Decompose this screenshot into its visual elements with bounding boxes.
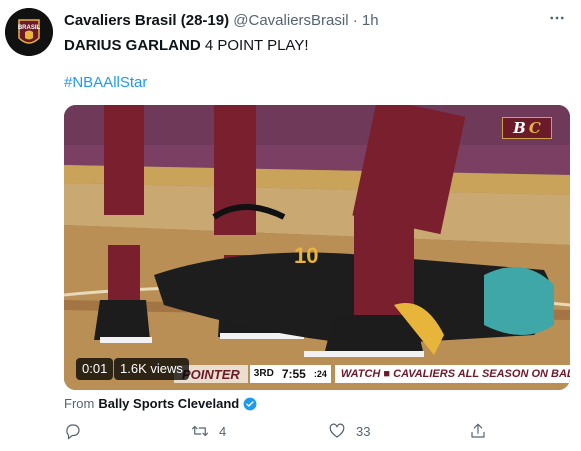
video-views-chip: 1.6K views [114, 358, 189, 380]
tweet-actions: 4 33 [64, 422, 570, 444]
avatar[interactable]: BRASIL [5, 8, 53, 56]
video-time-chip: 0:01 [76, 358, 114, 380]
svg-text:BRASIL: BRASIL [18, 25, 41, 31]
svg-text:10: 10 [294, 243, 318, 268]
author-name[interactable]: Cavaliers Brasil (28-19) [64, 12, 229, 29]
source-name[interactable]: Bally Sports Cleveland [98, 396, 239, 411]
like-button[interactable]: 33 [328, 422, 370, 440]
reply-button[interactable] [64, 422, 92, 440]
tweet-text-bold: DARIUS GARLAND [64, 37, 201, 54]
tweet-text-rest: 4 POINT PLAY! [200, 37, 309, 54]
logo-c: C [528, 119, 541, 137]
scorebar-promo: WATCH ■ CAVALIERS ALL SEASON ON BALLY SP… [334, 365, 570, 383]
separator-dot: · [352, 12, 358, 29]
tweet-header: Cavaliers Brasil (28-19) @CavaliersBrasi… [64, 12, 569, 32]
cavs-logo-bug: B C [502, 117, 552, 139]
scorebar-quarter: 3RD [249, 365, 278, 383]
reply-icon [66, 424, 80, 440]
more-button[interactable] [545, 8, 569, 28]
source-prefix: From [64, 396, 95, 411]
cavaliers-brasil-logo: BRASIL [5, 8, 53, 56]
author-handle[interactable]: @CavaliersBrasil [233, 12, 348, 29]
like-icon [329, 423, 345, 438]
like-count: 33 [356, 423, 371, 439]
tweet-time[interactable]: 1h [362, 12, 379, 29]
hashtag-link[interactable]: #NBAAllStar [64, 74, 147, 91]
retweet-icon [191, 425, 209, 437]
more-icon [550, 16, 564, 20]
media-source: From Bally Sports Cleveland [64, 396, 257, 411]
verified-icon [243, 397, 257, 411]
scorebar-shot-clock: :24 [309, 365, 331, 383]
scorebar-clock: 7:55 [277, 365, 310, 383]
share-icon [471, 423, 485, 438]
video-player[interactable]: 10 B C POINTER 3RD 7:55 :24 WATCH ■ CAVA… [64, 105, 570, 390]
tweet-text: DARIUS GARLAND 4 POINT PLAY! [64, 36, 309, 56]
video-frame: 10 [64, 105, 570, 390]
logo-b: B [513, 119, 526, 137]
retweet-button[interactable]: 4 [191, 422, 226, 440]
retweet-count: 4 [219, 423, 227, 439]
share-button[interactable] [469, 422, 487, 440]
